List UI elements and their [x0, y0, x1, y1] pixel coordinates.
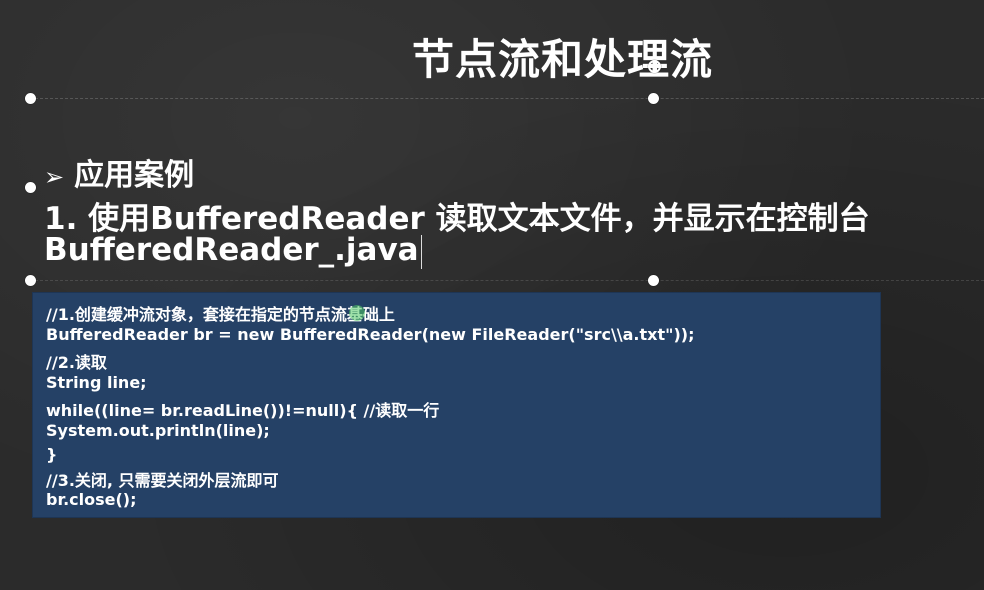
filename-text: BufferedReader_.java [44, 232, 419, 268]
bullet-heading: ➢ 应用案例 [44, 150, 194, 194]
resize-handle-top-left[interactable] [25, 93, 36, 104]
code-line-7: } [46, 445, 58, 464]
text-caret [420, 234, 422, 269]
code-line-4: String line; [46, 373, 147, 392]
code-block[interactable]: //1.创建缓冲流对象，套接在指定的节点流基础上 BufferedReader … [33, 293, 880, 517]
bullet-text: 应用案例 [74, 158, 195, 193]
selection-border-top [30, 98, 984, 99]
pointer-highlight-icon [349, 305, 365, 321]
rotate-handle[interactable] [648, 60, 661, 73]
code-line-5: while((line= br.readLine())!=null){ //读取… [46, 401, 440, 420]
resize-handle-top-middle[interactable] [648, 93, 659, 104]
code-line-8: //3.关闭, 只需要关闭外层流即可 [46, 471, 279, 490]
case-filename[interactable]: BufferedReader_.java [44, 232, 422, 269]
code-line-9: br.close(); [46, 490, 137, 509]
slide-title: 节点流和处理流 [412, 35, 714, 84]
resize-handle-bottom-left[interactable] [25, 275, 36, 286]
code-line-6: System.out.println(line); [46, 421, 270, 440]
code-line-3: //2.读取 [46, 353, 107, 372]
code-line-1: //1.创建缓冲流对象，套接在指定的节点流基础上 [46, 305, 395, 324]
code-line-2: BufferedReader br = new BufferedReader(n… [46, 325, 695, 344]
selection-border-bottom [30, 280, 984, 281]
resize-handle-bottom-middle[interactable] [648, 275, 659, 286]
resize-handle-middle-left[interactable] [25, 182, 36, 193]
bullet-arrow-icon: ➢ [44, 163, 65, 191]
